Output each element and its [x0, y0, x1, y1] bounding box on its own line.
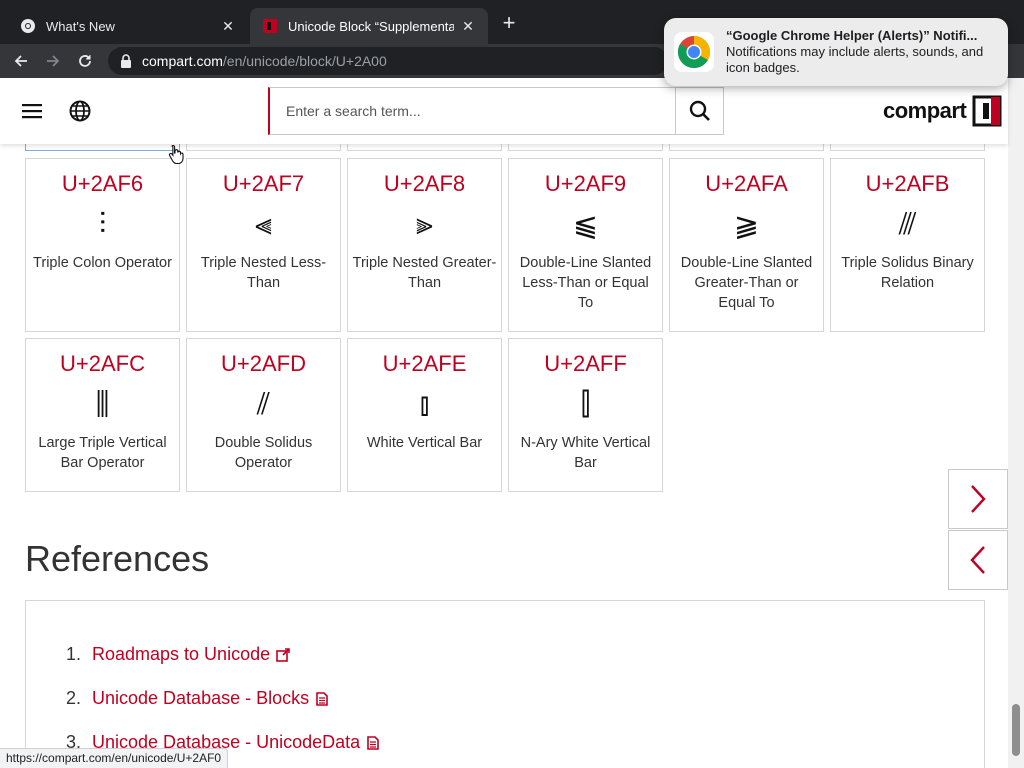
character-glyph: ⫾: [419, 387, 430, 422]
compart-logo-icon: [972, 95, 1002, 127]
character-card[interactable]: U+2AF9 ⫹ Double-Line Slanted Less-Than o…: [508, 158, 663, 332]
character-glyph: ⫸: [416, 207, 433, 242]
scrollbar-thumb[interactable]: [1012, 704, 1020, 756]
character-glyph: ⫻: [898, 207, 917, 242]
chrome-icon: [20, 18, 36, 34]
code-point: U+2AF9: [544, 171, 627, 196]
character-name: Triple Solidus Binary Relation: [841, 255, 974, 291]
character-glyph: ⫼: [95, 387, 110, 422]
character-name: Triple Colon Operator: [33, 255, 172, 271]
hand-pointer-cursor-icon: [168, 144, 184, 164]
reference-link[interactable]: Unicode Database - Blocks: [92, 688, 309, 709]
notification-title: “Google Chrome Helper (Alerts)” Notifi..…: [726, 28, 978, 43]
code-point: U+2AFA: [705, 171, 788, 196]
code-point: U+2AFE: [382, 351, 467, 376]
list-item: 2. Unicode Database - Blocks: [66, 688, 329, 709]
previous-page-button[interactable]: [948, 530, 1008, 590]
notification-banner[interactable]: “Google Chrome Helper (Alerts)” Notifi..…: [664, 18, 1008, 86]
character-glyph: ⫷: [255, 207, 272, 242]
search-input[interactable]: [270, 88, 675, 134]
character-card[interactable]: U+2AFB ⫻ Triple Solidus Binary Relation: [830, 158, 985, 332]
list-number: 2.: [66, 688, 82, 708]
code-point: U+2AFC: [60, 351, 145, 376]
previous-row-card[interactable]: [347, 144, 502, 151]
list-number: 1.: [66, 644, 82, 664]
character-name: Triple Nested Less-Than: [200, 255, 327, 291]
previous-row-card[interactable]: [25, 144, 180, 151]
chrome-logo-icon: [674, 32, 714, 72]
main-content: U+2AF6 ⫶ Triple Colon Operator U+2AF7 ⫷ …: [0, 144, 1008, 768]
code-point: U+2AFD: [221, 351, 306, 376]
character-name: Double-Line Slanted Less-Than or Equal T…: [519, 255, 652, 311]
previous-row-card[interactable]: [508, 144, 663, 151]
external-link-icon: [276, 647, 290, 662]
reference-link[interactable]: Roadmaps to Unicode: [92, 644, 270, 665]
references-list: 1. Roadmaps to Unicode 2. Unicode Databa…: [25, 600, 985, 768]
character-glyph: ⫹: [572, 207, 599, 242]
chevron-right-icon: [971, 485, 986, 513]
lock-icon: [121, 54, 131, 68]
compart-logo[interactable]: compart: [883, 95, 1002, 127]
character-glyph: ⫺: [733, 207, 760, 242]
next-page-button[interactable]: [948, 469, 1008, 529]
character-card[interactable]: U+2AFF ⫿ N-Ary White Vertical Bar: [508, 338, 663, 492]
character-card[interactable]: U+2AF6 ⫶ Triple Colon Operator: [25, 158, 180, 332]
close-tab-icon[interactable]: ✕: [220, 18, 236, 34]
notification-body: Notifications may include alerts, sounds…: [726, 44, 984, 75]
back-arrow-icon[interactable]: [8, 48, 34, 74]
character-glyph: ⫶: [98, 207, 107, 242]
new-tab-icon[interactable]: +: [497, 12, 521, 36]
search-icon: [689, 100, 710, 121]
code-point: U+2AF7: [222, 171, 305, 196]
vertical-scrollbar[interactable]: [1008, 78, 1024, 768]
reload-icon[interactable]: [72, 48, 98, 74]
site-header: compart: [0, 78, 1008, 144]
character-name: Large Triple Vertical Bar Operator: [38, 435, 167, 471]
character-card[interactable]: U+2AF7 ⫷ Triple Nested Less-Than: [186, 158, 341, 332]
url-host: compart.com: [142, 53, 223, 69]
character-card[interactable]: U+2AFA ⫺ Double-Line Slanted Greater-Tha…: [669, 158, 824, 332]
character-name: Double-Line Slanted Greater-Than or Equa…: [680, 255, 813, 311]
document-icon: [316, 691, 328, 706]
previous-row-card[interactable]: [669, 144, 824, 151]
character-glyph: ⫿: [580, 387, 591, 422]
chevron-left-icon: [970, 546, 985, 574]
character-glyph: ⫽: [256, 387, 271, 422]
character-name: White Vertical Bar: [366, 435, 483, 451]
hamburger-menu-icon[interactable]: [20, 101, 44, 121]
tab-title: Unicode Block “Supplemental Mathematical…: [288, 18, 454, 34]
forward-arrow-icon[interactable]: [40, 48, 66, 74]
status-url-bar: https://compart.com/en/unicode/U+2AF0: [0, 748, 229, 768]
logo-text: compart: [883, 98, 967, 123]
url-path: /en/unicode/block/U+2A00: [222, 53, 387, 69]
address-bar[interactable]: compart.com/en/unicode/block/U+2A00: [108, 47, 668, 75]
character-name: N-Ary White Vertical Bar: [520, 435, 651, 471]
list-item: 1. Roadmaps to Unicode: [66, 644, 290, 665]
character-name: Double Solidus Operator: [214, 435, 313, 471]
globe-icon[interactable]: [68, 99, 92, 123]
document-icon: [367, 735, 379, 750]
code-point: U+2AFF: [544, 351, 627, 376]
character-card[interactable]: U+2AFE ⫾ White Vertical Bar: [347, 338, 502, 492]
search-box: [268, 87, 724, 135]
code-point: U+2AF8: [383, 171, 466, 196]
character-card[interactable]: U+2AFD ⫽ Double Solidus Operator: [186, 338, 341, 492]
tab-unicode-block[interactable]: Unicode Block “Supplemental Mathematical…: [250, 8, 488, 44]
code-point: U+2AF6: [61, 171, 144, 196]
character-name: Triple Nested Greater-Than: [352, 255, 497, 291]
compart-favicon-icon: [262, 18, 278, 34]
search-button[interactable]: [675, 88, 723, 134]
tab-whats-new[interactable]: What's New ✕: [8, 8, 248, 44]
close-tab-icon[interactable]: ✕: [460, 18, 476, 34]
character-card[interactable]: U+2AF8 ⫸ Triple Nested Greater-Than: [347, 158, 502, 332]
code-point: U+2AFB: [865, 171, 950, 196]
previous-row-card[interactable]: [830, 144, 985, 151]
character-card[interactable]: U+2AFC ⫼ Large Triple Vertical Bar Opera…: [25, 338, 180, 492]
tab-title: What's New: [46, 18, 115, 34]
previous-row-card[interactable]: [186, 144, 341, 151]
references-heading: References: [25, 538, 210, 579]
